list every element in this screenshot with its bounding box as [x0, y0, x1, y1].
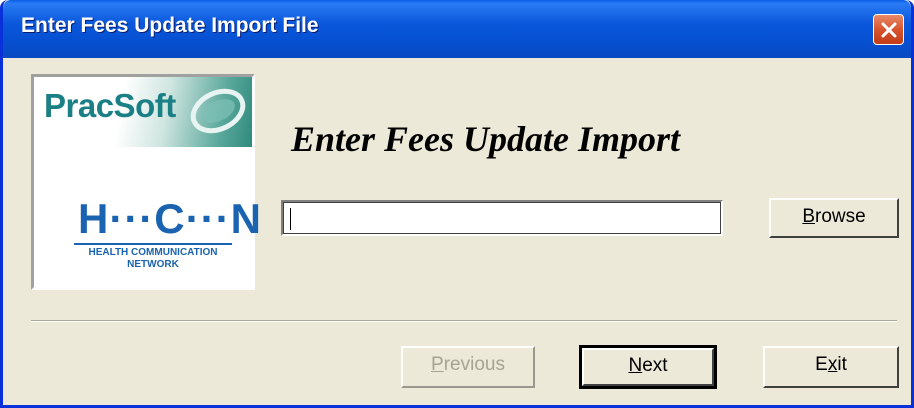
next-button-bevel: [582, 348, 714, 386]
hcn-logo-mark: H···C···N: [78, 195, 262, 242]
separator-line: [31, 320, 897, 322]
file-path-input[interactable]: [281, 200, 723, 236]
browse-button[interactable]: Browse: [769, 198, 899, 238]
hcn-logo-line2: NETWORK: [127, 259, 179, 270]
dialog-content: PracSoft H···C···N HEALTH COMMUNICATION …: [3, 58, 911, 405]
pracsoft-swirl-icon: [190, 88, 246, 134]
logo-panel: PracSoft H···C···N HEALTH COMMUNICATION …: [31, 74, 261, 290]
window-title: Enter Fees Update Import File: [21, 14, 319, 37]
pracsoft-logo: PracSoft: [34, 77, 252, 147]
exit-button[interactable]: Exit: [763, 346, 899, 388]
hcn-logo: H···C···N: [78, 195, 262, 243]
page-heading: Enter Fees Update Import: [291, 119, 681, 159]
text-caret: [290, 208, 291, 230]
close-icon: [881, 22, 897, 38]
next-button[interactable]: Next: [579, 345, 717, 389]
hcn-logo-line1: HEALTH COMMUNICATION: [88, 247, 218, 258]
dialog-window: Enter Fees Update Import File PracSoft H…: [0, 0, 914, 408]
previous-button[interactable]: Previous: [401, 346, 535, 388]
hcn-underline: [74, 243, 232, 245]
pracsoft-logo-text: PracSoft: [44, 87, 176, 124]
title-bar[interactable]: Enter Fees Update Import File: [3, 0, 911, 58]
close-button[interactable]: [873, 14, 904, 45]
